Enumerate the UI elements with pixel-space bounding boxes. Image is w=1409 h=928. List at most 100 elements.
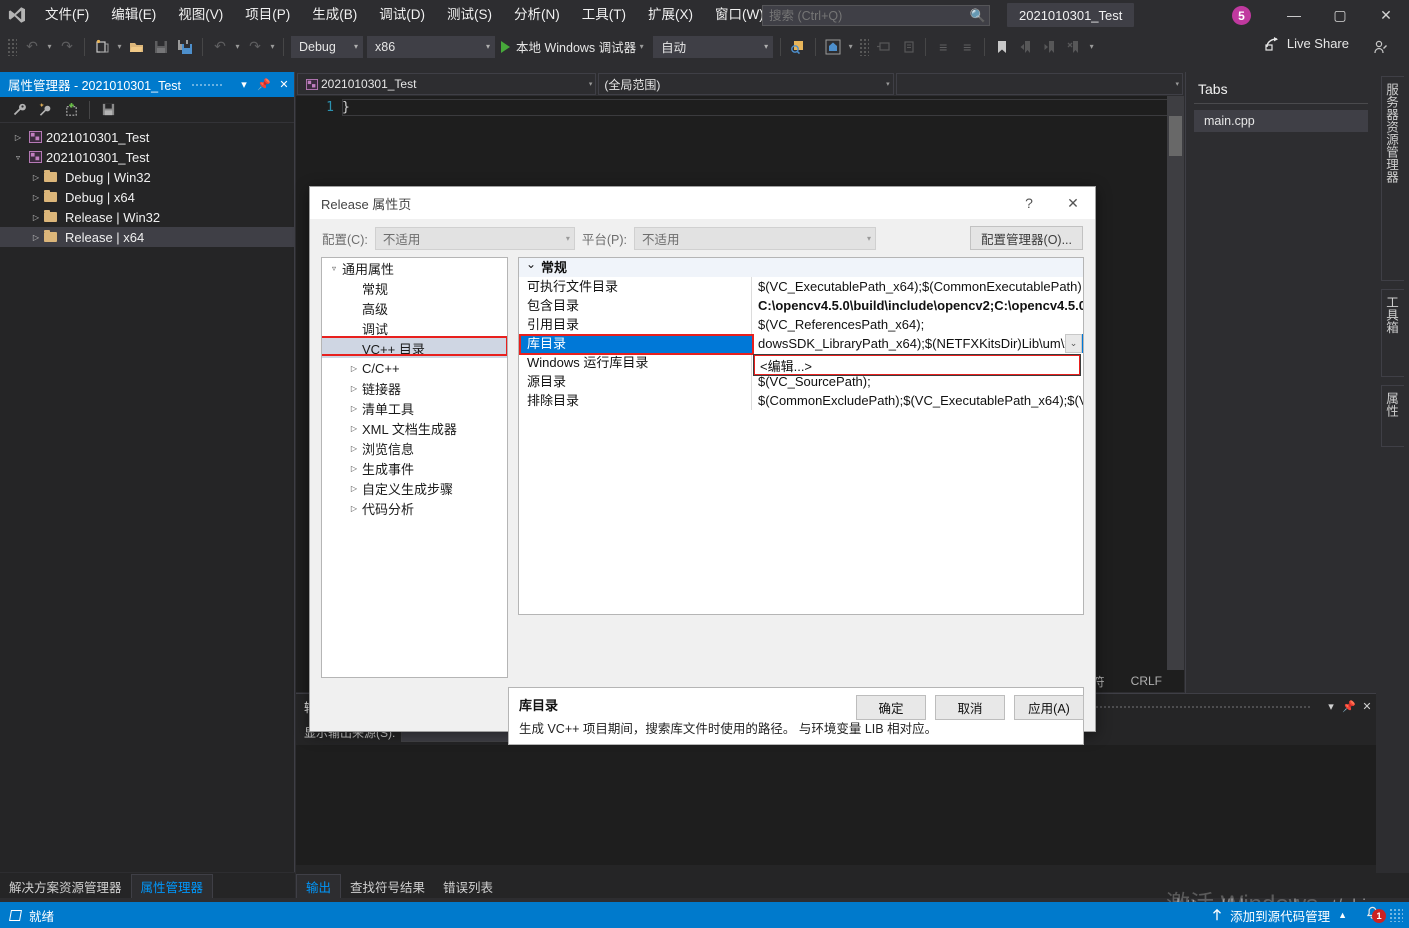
- property-row-executable-directories[interactable]: 可执行文件目录 $(VC_ExecutablePath_x64);$(Commo…: [519, 277, 1083, 296]
- platform-combo[interactable]: 不适用 ▾: [633, 226, 876, 250]
- dialog-tree-linker[interactable]: ▷ 链接器: [322, 378, 507, 398]
- close-button[interactable]: ✕: [1363, 0, 1409, 30]
- tabs-panel-item-main-cpp[interactable]: main.cpp: [1194, 110, 1368, 132]
- chevron-right-icon[interactable]: ▷: [346, 504, 362, 513]
- toolbar-overflow-icon[interactable]: ▾: [1086, 42, 1097, 51]
- chevron-down-icon[interactable]: ▾: [1322, 700, 1340, 713]
- chevron-right-icon[interactable]: ▷: [346, 384, 362, 393]
- tab-output[interactable]: 输出: [296, 874, 342, 898]
- scrollbar-thumb[interactable]: [1169, 116, 1182, 156]
- dialog-tree-c-cpp[interactable]: ▷ C/C++: [322, 358, 507, 378]
- add-to-source-control-button[interactable]: 添加到源代码管理 ▲: [1210, 906, 1347, 925]
- solution-home-icon[interactable]: [821, 35, 845, 59]
- property-row-exclude-directories[interactable]: 排除目录 $(CommonExcludePath);$(VC_Executabl…: [519, 391, 1083, 410]
- dialog-tree-vcpp-directories[interactable]: VC++ 目录: [322, 336, 507, 358]
- close-icon[interactable]: ✕: [1358, 700, 1376, 713]
- tree-node-debug-x64[interactable]: ▷ Debug | x64: [0, 187, 294, 207]
- save-property-sheet-icon[interactable]: [95, 99, 121, 121]
- dialog-tree-code-analysis[interactable]: ▷ 代码分析: [322, 498, 507, 518]
- properties-wrench-icon[interactable]: [6, 99, 32, 121]
- pin-icon[interactable]: 📌: [254, 78, 274, 91]
- redo-dropdown-icon[interactable]: ▾: [267, 42, 278, 51]
- add-existing-property-sheet-icon[interactable]: [58, 99, 84, 121]
- pin-icon[interactable]: 📌: [1340, 700, 1358, 713]
- next-bookmark-icon[interactable]: [1038, 35, 1062, 59]
- menu-item-tools[interactable]: 工具(T): [571, 2, 637, 28]
- clear-bookmarks-icon[interactable]: [1062, 35, 1086, 59]
- start-debugging-button[interactable]: 本地 Windows 调试器 ▾: [497, 35, 651, 59]
- chevron-right-icon[interactable]: ▷: [346, 444, 362, 453]
- uncomment-icon[interactable]: [896, 35, 920, 59]
- chevron-right-icon[interactable]: ▷: [346, 424, 362, 433]
- previous-bookmark-icon[interactable]: [1014, 35, 1038, 59]
- search-input[interactable]: [763, 8, 967, 23]
- tree-node-debug-win32[interactable]: ▷ Debug | Win32: [0, 167, 294, 187]
- add-new-property-sheet-icon[interactable]: [32, 99, 58, 121]
- tab-solution-explorer[interactable]: 解决方案资源管理器: [0, 874, 131, 898]
- vertical-tab-toolbox[interactable]: 工具箱: [1381, 289, 1404, 377]
- navigation-scope-combo[interactable]: (全局范围) ▾: [598, 73, 894, 95]
- dialog-tree-custom-build-step[interactable]: ▷ 自定义生成步骤: [322, 478, 507, 498]
- cancel-button[interactable]: 取消: [935, 695, 1005, 720]
- redo-icon[interactable]: ↷: [243, 35, 267, 59]
- property-row-include-directories[interactable]: 包含目录 C:\opencv4.5.0\build\include\opencv…: [519, 296, 1083, 315]
- chevron-right-icon[interactable]: ▷: [10, 133, 26, 142]
- new-project-dropdown-icon[interactable]: ▾: [114, 42, 125, 51]
- save-all-icon[interactable]: [173, 35, 197, 59]
- property-grid-category-general[interactable]: 常规: [519, 258, 1083, 277]
- property-row-reference-directories[interactable]: 引用目录 $(VC_ReferencesPath_x64);: [519, 315, 1083, 334]
- maximize-button[interactable]: ▢: [1317, 0, 1363, 30]
- toggle-bookmark-icon[interactable]: [990, 35, 1014, 59]
- dialog-tree-build-events[interactable]: ▷ 生成事件: [322, 458, 507, 478]
- chevron-right-icon[interactable]: ▷: [28, 193, 44, 202]
- property-value[interactable]: $(CommonExcludePath);$(VC_ExecutablePath…: [752, 391, 1083, 410]
- vertical-tab-properties[interactable]: 属性: [1381, 385, 1404, 447]
- vertical-tab-server-explorer[interactable]: 服务器资源管理器: [1381, 76, 1404, 281]
- output-panel-body[interactable]: [296, 745, 1376, 865]
- close-icon[interactable]: ✕: [274, 78, 294, 91]
- dialog-tree-debugging[interactable]: 调试: [322, 318, 507, 338]
- new-project-icon[interactable]: [90, 35, 114, 59]
- dialog-close-button[interactable]: ✕: [1051, 187, 1095, 219]
- tree-node-project[interactable]: ▷ 2021010301_Test: [0, 127, 294, 147]
- increase-indent-icon[interactable]: ≡: [955, 35, 979, 59]
- property-value-edit-box[interactable]: <编辑...>: [753, 354, 1081, 376]
- navigation-project-combo[interactable]: 2021010301_Test ▾: [297, 73, 597, 95]
- build-platform-combo[interactable]: x86 ▾: [367, 35, 495, 58]
- tree-node-release-win32[interactable]: ▷ Release | Win32: [0, 207, 294, 227]
- find-in-files-icon[interactable]: [786, 35, 810, 59]
- dialog-tree-general[interactable]: 常规: [322, 278, 507, 298]
- solution-dropdown-icon[interactable]: ▾: [845, 42, 856, 51]
- property-value[interactable]: $(VC_ReferencesPath_x64);: [752, 315, 1083, 334]
- property-row-library-directories[interactable]: 库目录 dowsSDK_LibraryPath_x64);$(NETFXKits…: [519, 334, 1083, 353]
- toolbar-grip[interactable]: [7, 37, 17, 56]
- feedback-icon[interactable]: [1369, 35, 1393, 59]
- menu-item-test[interactable]: 测试(S): [436, 2, 503, 28]
- chevron-right-icon[interactable]: ▷: [28, 173, 44, 182]
- tab-property-manager[interactable]: 属性管理器: [130, 874, 214, 898]
- menu-item-project[interactable]: 项目(P): [234, 2, 301, 28]
- property-value[interactable]: C:\opencv4.5.0\build\include\opencv2;C:\…: [752, 296, 1083, 315]
- account-badge[interactable]: 5: [1232, 6, 1251, 25]
- navigate-forward-icon[interactable]: ↷: [55, 35, 79, 59]
- notifications-button[interactable]: 1: [1361, 906, 1386, 924]
- editor-line-ending[interactable]: CRLF: [1131, 674, 1162, 688]
- build-configuration-combo[interactable]: Debug ▾: [291, 35, 363, 58]
- menu-item-edit[interactable]: 编辑(E): [100, 2, 167, 28]
- property-value[interactable]: $(VC_ExecutablePath_x64);$(CommonExecuta…: [752, 277, 1083, 296]
- chevron-down-icon[interactable]: ▾: [234, 78, 254, 91]
- chevron-down-icon[interactable]: ▿: [10, 153, 26, 162]
- undo-icon[interactable]: ↶: [208, 35, 232, 59]
- search-box[interactable]: 🔍: [762, 5, 990, 26]
- decrease-indent-icon[interactable]: ≡: [931, 35, 955, 59]
- save-icon[interactable]: [149, 35, 173, 59]
- resize-grip[interactable]: [1389, 908, 1403, 922]
- tab-error-list[interactable]: 错误列表: [434, 874, 502, 898]
- menu-item-view[interactable]: 视图(V): [167, 2, 234, 28]
- dialog-help-button[interactable]: ?: [1007, 187, 1051, 219]
- live-share-button[interactable]: Live Share: [1265, 36, 1349, 51]
- tree-node-project-2[interactable]: ▿ 2021010301_Test: [0, 147, 294, 167]
- config-combo[interactable]: 不适用 ▾: [374, 226, 575, 250]
- menu-item-file[interactable]: 文件(F): [34, 2, 100, 28]
- dialog-tree-xml-doc-generator[interactable]: ▷ XML 文档生成器: [322, 418, 507, 438]
